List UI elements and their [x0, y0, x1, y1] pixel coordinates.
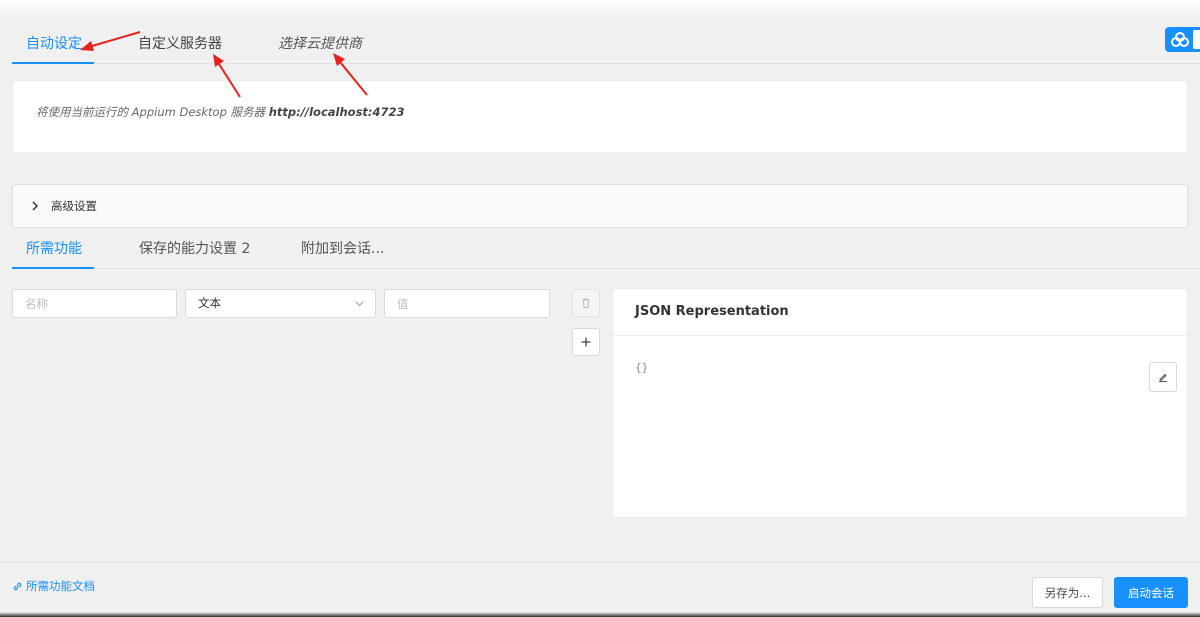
json-content: {}	[635, 361, 649, 374]
capability-name-input[interactable]	[12, 289, 177, 318]
capability-value-input[interactable]	[384, 289, 550, 318]
json-representation-panel: JSON Representation {}	[612, 288, 1188, 518]
trash-icon	[580, 297, 592, 309]
capability-type-select[interactable]: 文本	[185, 289, 376, 318]
edit-icon	[1157, 371, 1169, 383]
tab-desired-capabilities[interactable]: 所需功能	[12, 233, 94, 269]
tab-auto-settings[interactable]: 自动设定	[12, 28, 94, 64]
add-capability-button[interactable]	[572, 328, 600, 356]
plus-icon	[580, 336, 592, 348]
server-info-prefix: 将使用当前运行的 Appium Desktop 服务器	[36, 105, 266, 119]
tab-custom-server[interactable]: 自定义服务器	[138, 28, 222, 64]
advanced-settings-toggle[interactable]: 高级设置	[12, 184, 1188, 228]
footer-divider	[0, 562, 1200, 563]
json-panel-title: JSON Representation	[613, 289, 1187, 336]
chevron-right-icon	[29, 200, 41, 212]
server-info-text: 将使用当前运行的 Appium Desktop 服务器 http://local…	[36, 104, 405, 120]
edit-json-button[interactable]	[1149, 362, 1177, 392]
delete-capability-button[interactable]	[572, 289, 600, 317]
docs-link-label: 所需功能文档	[26, 579, 95, 593]
advanced-settings-label: 高级设置	[51, 199, 97, 213]
capabilities-docs-link[interactable]: 所需功能文档	[12, 578, 95, 594]
start-session-button[interactable]: 启动会话	[1114, 577, 1188, 608]
cloud-icon	[1170, 31, 1190, 48]
cloud-provider-button[interactable]	[1165, 27, 1200, 52]
chevron-down-icon	[354, 298, 365, 309]
server-url: http://localhost:4723	[268, 105, 405, 119]
tab-saved-capabilities[interactable]: 保存的能力设置 2	[139, 233, 250, 269]
capability-tabs: 所需功能 保存的能力设置 2 附加到会话...	[12, 233, 1200, 269]
tab-cloud-provider[interactable]: 选择云提供商	[278, 28, 362, 64]
capability-type-value: 文本	[198, 296, 221, 310]
top-edge	[0, 0, 1200, 16]
server-info-panel: 将使用当前运行的 Appium Desktop 服务器 http://local…	[12, 80, 1188, 153]
link-icon	[12, 581, 23, 592]
server-tabs: 自动设定 自定义服务器 选择云提供商	[12, 28, 1200, 64]
save-as-button[interactable]: 另存为...	[1032, 577, 1103, 608]
bottom-edge	[0, 612, 1200, 617]
tab-attach-session[interactable]: 附加到会话...	[301, 233, 384, 269]
